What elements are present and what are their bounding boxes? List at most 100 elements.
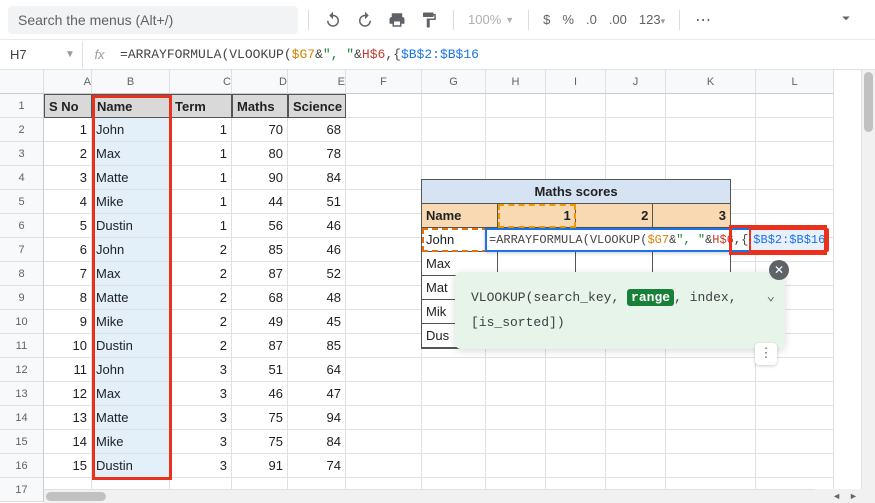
cell[interactable] (346, 382, 422, 406)
cell[interactable] (346, 118, 422, 142)
col-header-C[interactable]: C (170, 70, 232, 94)
col-header-A[interactable]: A (44, 70, 92, 94)
more-tools-button[interactable]: ⋯ (690, 6, 718, 34)
col-header-H[interactable]: H (486, 70, 546, 94)
col-header-D[interactable]: D (232, 70, 288, 94)
cell[interactable]: 91 (232, 454, 288, 478)
cell[interactable]: John (92, 238, 170, 262)
cell[interactable]: 3 (44, 166, 92, 190)
cell[interactable]: 2 (170, 238, 232, 262)
cell[interactable] (346, 142, 422, 166)
cell[interactable]: 51 (232, 358, 288, 382)
cell[interactable] (346, 310, 422, 334)
cell[interactable]: 90 (232, 166, 288, 190)
cell-header[interactable]: S No (44, 94, 92, 118)
row-number[interactable]: 13 (0, 382, 44, 406)
cell[interactable] (346, 430, 422, 454)
cell[interactable] (346, 238, 422, 262)
cell[interactable] (346, 262, 422, 286)
cell[interactable]: 3 (170, 406, 232, 430)
cell[interactable]: 1 (170, 142, 232, 166)
cell[interactable] (486, 430, 546, 454)
percent-button[interactable]: % (558, 12, 578, 27)
cell[interactable] (486, 142, 546, 166)
cell[interactable] (756, 166, 834, 190)
row-number[interactable]: 5 (0, 190, 44, 214)
cell[interactable] (422, 382, 486, 406)
row-number[interactable]: 1 (0, 94, 44, 118)
row-number[interactable]: 11 (0, 334, 44, 358)
cell[interactable]: 85 (288, 334, 346, 358)
row-number[interactable]: 9 (0, 286, 44, 310)
cell[interactable] (606, 406, 666, 430)
cell[interactable]: Max (92, 262, 170, 286)
cell[interactable] (422, 454, 486, 478)
cell[interactable]: 11 (44, 358, 92, 382)
cell-header[interactable]: Term (170, 94, 232, 118)
cell[interactable]: 68 (288, 118, 346, 142)
cell[interactable]: 3 (170, 358, 232, 382)
cell[interactable]: 12 (44, 382, 92, 406)
zoom-dropdown[interactable]: 100%▼ (464, 12, 518, 27)
formula-input[interactable]: =ARRAYFORMULA(VLOOKUP($G7&", "&H$6,{$B$2… (116, 47, 479, 62)
cell[interactable] (346, 334, 422, 358)
select-all-corner[interactable] (0, 70, 44, 94)
cell[interactable] (756, 142, 834, 166)
cell[interactable] (346, 94, 422, 118)
decrease-decimal-button[interactable]: .0 (582, 12, 601, 27)
col-header-L[interactable]: L (756, 70, 834, 94)
cell[interactable] (756, 406, 834, 430)
cell[interactable] (666, 382, 756, 406)
cell[interactable]: 56 (232, 214, 288, 238)
row-number[interactable]: 17 (0, 478, 44, 502)
cell[interactable] (346, 286, 422, 310)
col-header-I[interactable]: I (546, 70, 606, 94)
cell[interactable]: 2 (44, 142, 92, 166)
cell[interactable]: 46 (288, 214, 346, 238)
cell[interactable]: 8 (44, 286, 92, 310)
cell[interactable]: Matte (92, 166, 170, 190)
cell[interactable] (756, 430, 834, 454)
col-header-F[interactable]: F (346, 70, 422, 94)
cell[interactable]: Mike (92, 430, 170, 454)
name-box-dropdown[interactable]: ▼ (58, 49, 82, 60)
row-number[interactable]: 15 (0, 430, 44, 454)
cell[interactable]: Dustin (92, 334, 170, 358)
cell[interactable] (346, 454, 422, 478)
cell[interactable]: 49 (232, 310, 288, 334)
row-number[interactable]: 4 (0, 166, 44, 190)
undo-button[interactable] (319, 6, 347, 34)
cell-formula-editor[interactable]: =ARRAYFORMULA(VLOOKUP($G7&", "&H$6,{$B$2… (485, 228, 825, 252)
cell[interactable]: 84 (288, 166, 346, 190)
currency-button[interactable]: $ (539, 12, 554, 27)
cell[interactable] (486, 118, 546, 142)
cell[interactable] (486, 382, 546, 406)
cell[interactable]: 7 (44, 262, 92, 286)
cell[interactable]: 14 (44, 430, 92, 454)
cell[interactable]: 84 (288, 430, 346, 454)
cell[interactable] (486, 454, 546, 478)
cell[interactable]: 78 (288, 142, 346, 166)
vertical-scrollbar[interactable] (861, 70, 875, 489)
cell[interactable]: 64 (288, 358, 346, 382)
row-number[interactable]: 14 (0, 406, 44, 430)
cell[interactable]: 1 (44, 118, 92, 142)
col-header-J[interactable]: J (606, 70, 666, 94)
cell[interactable] (346, 166, 422, 190)
cell[interactable] (756, 118, 834, 142)
cell[interactable] (546, 142, 606, 166)
sheet-nav-arrows[interactable]: ◄► (815, 489, 875, 503)
cell[interactable] (422, 358, 486, 382)
cell[interactable] (666, 118, 756, 142)
cell[interactable] (666, 142, 756, 166)
number-format-dropdown[interactable]: 123▾ (635, 12, 669, 27)
cell[interactable]: 1 (170, 190, 232, 214)
cell[interactable]: John (92, 118, 170, 142)
cell[interactable]: 46 (288, 238, 346, 262)
cell[interactable]: 94 (288, 406, 346, 430)
cell[interactable]: 4 (44, 190, 92, 214)
cell[interactable] (666, 430, 756, 454)
cell[interactable] (422, 118, 486, 142)
search-menus-input[interactable]: Search the menus (Alt+/) (8, 6, 298, 34)
row-number[interactable]: 12 (0, 358, 44, 382)
